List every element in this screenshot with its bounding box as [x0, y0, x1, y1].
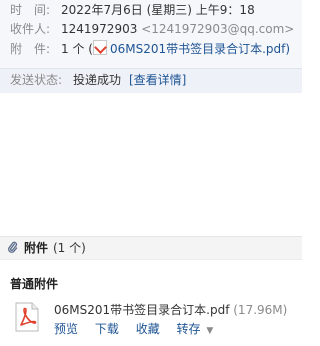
time-label: 时 间:	[10, 3, 51, 17]
time-row: 时 间: 2022年7月6日 (星期三) 上午9：18	[10, 2, 255, 18]
delivery-status-bar: 发送状态: 投递成功 [查看详情]	[0, 68, 302, 93]
recipient-email: <1241972903@qq.com>	[141, 22, 295, 36]
save-to-link[interactable]: 转存	[177, 322, 201, 336]
attachment-row: 附 件: 1 个 ( 06MS201带书签目录合订本.pdf)	[10, 40, 290, 56]
paperclip-icon	[8, 241, 18, 253]
normal-attachments-title: 普通附件	[10, 277, 59, 291]
mail-meta-header: 时 间: 2022年7月6日 (星期三) 上午9：18 收件人: 124197290…	[0, 0, 302, 68]
attachments-count: (1 个)	[53, 241, 86, 255]
recipient-name[interactable]: 1241972903	[61, 22, 137, 36]
attachments-bar: 附件 (1 个)	[0, 236, 302, 260]
attachment-file-link[interactable]: 06MS201带书签目录合订本.pdf)	[110, 42, 290, 56]
status-value: 投递成功	[73, 73, 122, 87]
favorite-link[interactable]: 收藏	[136, 322, 160, 336]
pdf-icon	[92, 40, 107, 55]
attachments-title: 附件	[24, 241, 49, 255]
preview-link[interactable]: 预览	[54, 322, 78, 336]
view-details-link[interactable]: [查看详情]	[129, 69, 186, 92]
file-size: (17.96M)	[233, 303, 288, 317]
recipient-label: 收件人:	[10, 22, 51, 36]
chevron-down-icon[interactable]: ▼	[206, 326, 213, 336]
status-label: 发送状态:	[10, 73, 63, 87]
download-link[interactable]: 下载	[95, 322, 119, 336]
attachment-file-name[interactable]: 06MS201带书签目录合订本.pdf (17.96M)	[54, 301, 287, 318]
attachment-label: 附 件:	[10, 42, 51, 56]
attachment-actions: 预览 下载 收藏 转存 ▼	[54, 320, 226, 337]
file-name-text: 06MS201带书签目录合订本.pdf	[54, 303, 230, 317]
recipient-row: 收件人: 1241972903 <1241972903@qq.com>	[10, 21, 294, 37]
time-value: 2022年7月6日 (星期三) 上午9：18	[61, 3, 255, 17]
attachment-count: 1 个 (	[61, 42, 93, 56]
pdf-icon[interactable]	[14, 302, 40, 332]
